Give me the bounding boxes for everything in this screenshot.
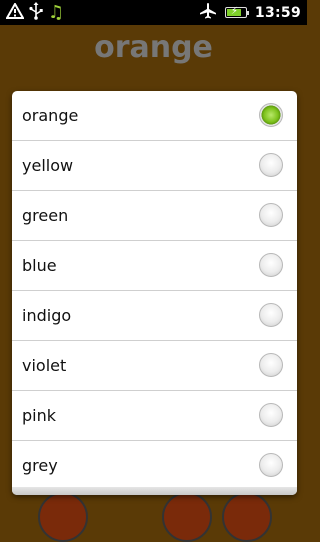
option-item-green[interactable]: green	[12, 191, 297, 241]
background-button	[162, 492, 212, 542]
option-item-orange[interactable]: orange	[12, 91, 297, 141]
option-item-grey[interactable]: grey	[12, 441, 297, 491]
radio-unchecked-icon[interactable]	[259, 203, 283, 227]
radio-unchecked-icon[interactable]	[259, 353, 283, 377]
option-item-pink[interactable]: pink	[12, 391, 297, 441]
option-label: orange	[22, 106, 79, 125]
status-left-icons: ♫	[5, 1, 65, 24]
option-label: indigo	[22, 306, 72, 325]
battery-charging-icon: ⚡	[224, 6, 249, 18]
background-button	[222, 492, 272, 542]
radio-unchecked-icon[interactable]	[259, 453, 283, 477]
radio-unchecked-icon[interactable]	[259, 303, 283, 327]
radio-unchecked-icon[interactable]	[259, 403, 283, 427]
option-item-blue[interactable]: blue	[12, 241, 297, 291]
radio-checked-icon[interactable]	[259, 103, 283, 127]
radio-unchecked-icon[interactable]	[259, 153, 283, 177]
radio-unchecked-icon[interactable]	[259, 253, 283, 277]
color-choice-dialog: orange yellow green blue indigo violet pink gre…	[12, 91, 297, 495]
option-label: blue	[22, 256, 57, 275]
app-title: orange	[94, 30, 213, 65]
status-right-icons: ⚡ 13:59	[199, 2, 301, 23]
signal-warning-icon	[5, 1, 25, 23]
option-label: yellow	[22, 156, 74, 175]
option-item-yellow[interactable]: yellow	[12, 141, 297, 191]
option-label: pink	[22, 406, 57, 425]
option-label: grey	[22, 456, 58, 475]
dialog-bottom-edge	[12, 487, 297, 495]
music-note-icon: ♫	[48, 1, 65, 23]
option-label: green	[22, 206, 69, 225]
option-label: violet	[22, 356, 67, 375]
status-time: 13:59	[254, 4, 301, 21]
airplane-icon	[199, 2, 217, 24]
color-options-list: orange yellow green blue indigo violet pink gre…	[12, 91, 297, 491]
option-item-indigo[interactable]: indigo	[12, 291, 297, 341]
option-item-violet[interactable]: violet	[12, 341, 297, 391]
background-button	[38, 492, 88, 542]
status-bar: ♫ ⚡ 13:59	[0, 0, 307, 25]
usb-icon	[29, 1, 43, 24]
